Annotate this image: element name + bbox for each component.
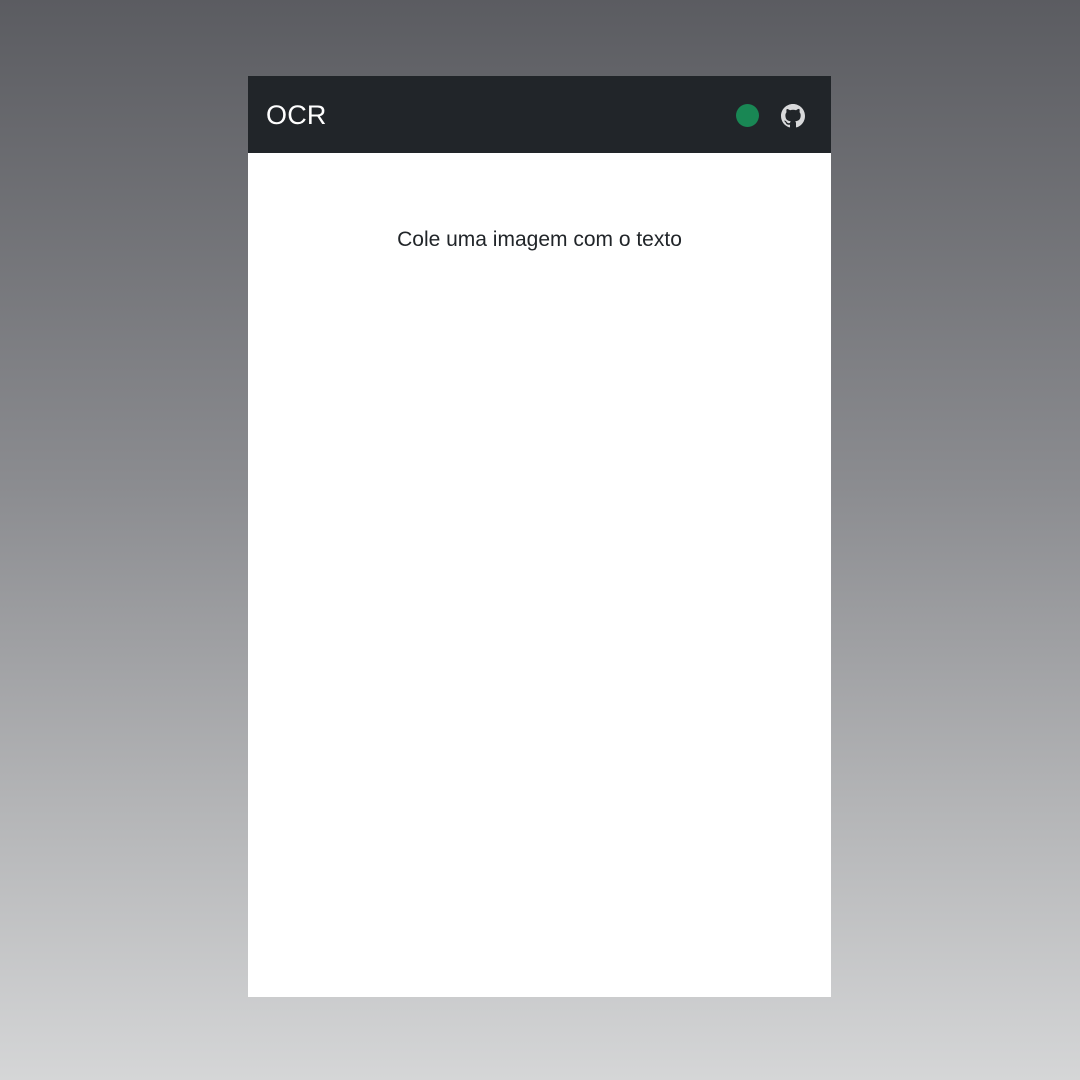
paste-instruction-text: Cole uma imagem com o texto <box>397 228 682 251</box>
app-window: OCR Cole uma imagem com o texto <box>248 76 831 997</box>
app-brand-title[interactable]: OCR <box>266 101 327 129</box>
navbar-icons <box>736 103 805 128</box>
paste-area[interactable]: Cole uma imagem com o texto <box>248 153 831 997</box>
navbar: OCR <box>248 76 831 153</box>
github-link[interactable] <box>781 103 805 128</box>
github-icon <box>781 103 805 127</box>
status-indicator-icon <box>736 104 759 127</box>
